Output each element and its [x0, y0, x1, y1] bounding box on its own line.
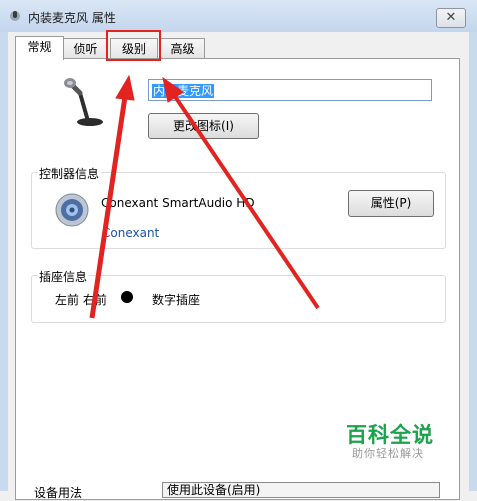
device-usage-select[interactable]: 使用此设备(启用) [162, 482, 440, 498]
controller-group-label: 控制器信息 [37, 167, 102, 181]
app-icon [10, 11, 20, 21]
controller-device-name: Conexant SmartAudio HD [101, 196, 255, 210]
microphone-icon [64, 78, 103, 126]
speaker-icon [55, 193, 89, 227]
device-name-value: 内装麦克风 [152, 84, 215, 98]
tab-highlight-box [106, 30, 161, 61]
jack-color-dot [121, 291, 133, 303]
change-icon-button[interactable]: 更改图标(I) [148, 113, 259, 139]
window-title: 内装麦克风 属性 [28, 11, 116, 25]
watermark-slogan: 助你轻松解决 [352, 447, 424, 460]
jack-position: 左前 右前 [55, 293, 107, 307]
tab-listen[interactable]: 侦听 [63, 38, 108, 59]
tab-advanced[interactable]: 高级 [160, 38, 205, 59]
jack-group-label: 插座信息 [37, 270, 90, 284]
window-frame-left [0, 32, 8, 491]
jack-type: 数字插座 [152, 293, 201, 307]
device-name-input[interactable]: 内装麦克风 [148, 79, 432, 101]
window-frame-right [469, 32, 477, 491]
close-button[interactable]: ✕ [436, 8, 466, 28]
device-usage-label: 设备用法 [34, 486, 83, 500]
tab-general[interactable]: 常规 [15, 36, 64, 60]
title-bar: 内装麦克风 属性 ✕ [0, 0, 477, 33]
close-icon: ✕ [445, 10, 457, 25]
properties-button[interactable]: 属性(P) [348, 190, 434, 217]
vendor-link[interactable]: Conexant [102, 226, 159, 240]
